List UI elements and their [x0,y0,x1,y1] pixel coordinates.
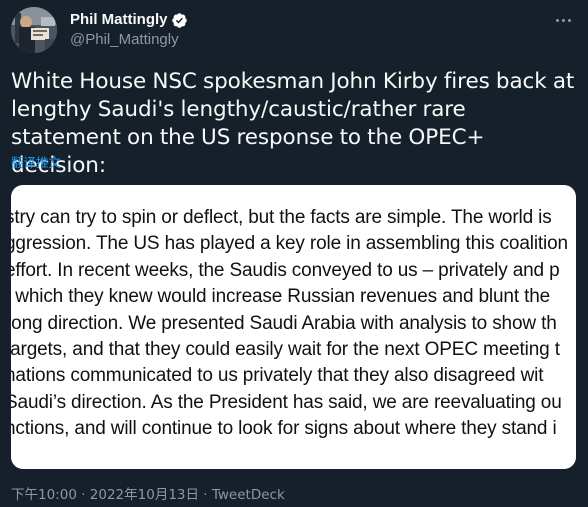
more-dots-icon [555,18,559,22]
statement-text: stry can try to spin or deflect, but the… [11,205,568,469]
author-names: Phil Mattingly @Phil_Mattingly [70,10,188,50]
statement-line: nations communicated to us privately tha… [11,365,544,387]
meta-separator: · [199,487,212,503]
tweet-date[interactable]: 2022年10月13日 [90,487,199,503]
statement-line: targets, and that they could easily wait… [11,338,560,360]
meta-separator: · [76,487,90,503]
more-dots-icon [561,18,565,22]
translate-tweet-link[interactable]: 翻译推文 [11,155,61,171]
author-handle[interactable]: @Phil_Mattingly [70,30,188,50]
tweet-header: Phil Mattingly @Phil_Mattingly [11,7,577,55]
author-name[interactable]: Phil Mattingly [70,10,168,30]
avatar[interactable] [11,7,57,53]
verified-badge-icon [171,12,188,29]
tweet-source[interactable]: TweetDeck [212,487,285,503]
statement-line: effort. In recent weeks, the Saudis conv… [11,259,560,281]
more-options-button[interactable] [550,10,576,30]
tweet-media-image[interactable]: stry can try to spin or deflect, but the… [11,185,576,469]
tweet-metadata: 下午10:00 · 2022年10月13日 · TweetDeck [11,487,285,504]
statement-line: / [11,443,568,469]
statement-line: nctions, and will continue to look for s… [11,418,557,440]
tweet-time[interactable]: 下午10:00 [11,487,77,503]
statement-line: Saudi’s direction. As the President has … [11,391,562,413]
statement-line: stry can try to spin or deflect, but the… [11,207,552,228]
statement-line: rong direction. We presented Saudi Arabi… [11,312,557,334]
statement-line: ggression. The US has played a key role … [11,233,568,255]
tweet-text: White House NSC spokesman John Kirby fir… [11,69,575,178]
statement-line: , which they knew would increase Russian… [11,286,551,308]
more-dots-icon [567,18,571,22]
tweet: Phil Mattingly @Phil_Mattingly White Hou… [0,0,588,507]
author-name-row[interactable]: Phil Mattingly [70,10,188,30]
